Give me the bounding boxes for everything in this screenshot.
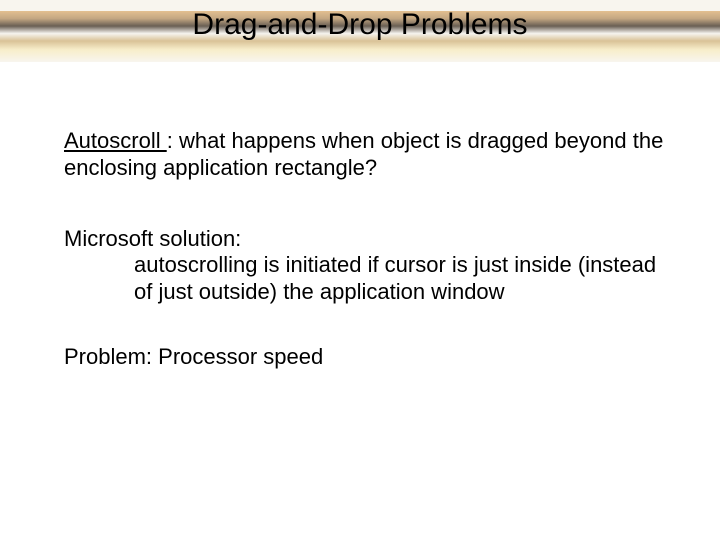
paragraph-problem: Problem: Processor speed — [64, 344, 664, 371]
term-autoscroll: Autoscroll — [64, 128, 167, 153]
microsoft-solution-lead: Microsoft solution: — [64, 226, 664, 253]
paragraph-microsoft-solution: Microsoft solution: autoscrolling is ini… — [64, 226, 664, 306]
microsoft-solution-detail: autoscrolling is initiated if cursor is … — [134, 252, 664, 306]
slide-body: Autoscroll : what happens when object is… — [64, 128, 664, 371]
slide-title: Drag-and-Drop Problems — [0, 8, 720, 42]
paragraph-autoscroll: Autoscroll : what happens when object is… — [64, 128, 664, 182]
